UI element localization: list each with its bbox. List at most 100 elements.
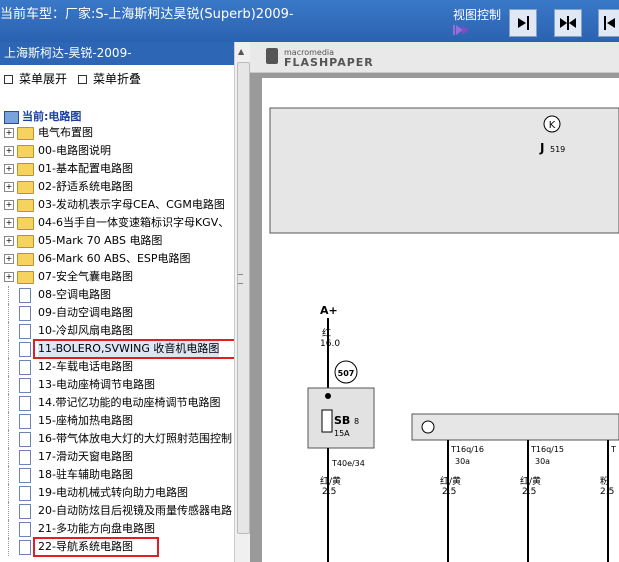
junction-dot [325,393,331,399]
collapse-menu-button[interactable]: 菜单折叠 [78,70,141,87]
control-unit-box [269,107,619,234]
tree-folder-item[interactable]: +06-Mark 60 ABS、ESP电路图 [0,250,234,268]
scrollbar-thumb[interactable] [237,62,250,534]
j-label: J [539,141,544,155]
expand-plus-icon[interactable]: + [4,236,14,246]
document-icon [19,486,31,501]
computer-icon [4,110,19,124]
tree-guide-line [8,412,10,430]
document-icon [19,360,31,375]
tree-folder-item[interactable]: +04-6当手自一体变速箱标识字母KGV、 [0,214,234,232]
document-icon [19,450,31,465]
fuse-label: SB [334,414,350,427]
tree-root[interactable]: 当前:电路图 [4,108,81,124]
wire1-color: 红 [322,327,331,339]
tree-doc-item[interactable]: 19-电动机械式转向助力电路图 [0,484,234,502]
document-icon [19,522,31,537]
expand-plus-icon[interactable]: + [4,164,14,174]
tree-guide-line [8,502,10,520]
tree-doc-item[interactable]: 13-电动座椅调节电路图 [0,376,234,394]
expand-plus-icon[interactable]: + [4,200,14,210]
tree-item-label: 01-基本配置电路图 [38,162,133,175]
tree-doc-item[interactable]: 15-座椅加热电路图 [0,412,234,430]
square-icon [4,75,13,84]
expand-plus-icon[interactable]: + [4,128,14,138]
expand-plus-icon[interactable]: + [4,218,14,228]
expand-plus-icon[interactable]: + [4,254,14,264]
tree-folder-item[interactable]: +07-安全气囊电路图 [0,268,234,286]
connector-label: 507 [338,369,355,378]
tree-folder-item[interactable]: + 电气布置图 [0,124,234,142]
folder-icon [17,253,34,266]
connector-circle-icon [421,420,435,434]
tree-item-label: 00-电路图说明 [38,144,111,157]
folder-icon [17,163,34,176]
tree-doc-item[interactable]: 16-带气体放电大灯的大灯照射范围控制 [0,430,234,448]
tree-folder-item[interactable]: +00-电路图说明 [0,142,234,160]
tree-folder-item[interactable]: +01-基本配置电路图 [0,160,234,178]
tree-guide-line [8,376,10,394]
tree-folder-item[interactable]: +03-发动机表示字母CEA、CGM电路图 [0,196,234,214]
t40-label: T40e/34 [331,459,365,468]
a-plus-label: A+ [320,304,338,317]
expand-plus-icon[interactable]: + [4,272,14,282]
tree-doc-item[interactable]: 08-空调电路图 [0,286,234,304]
wiring-diagram: K J 519 A+ 红 16.0 507 SB 8 15A T40e/34 红… [269,107,619,562]
t16a-label: T16q/16 [450,445,484,454]
tree-doc-item[interactable]: 17-滑动天窗电路图 [0,448,234,466]
arrow-to-bar-icon [518,16,529,30]
arrow-from-bar-icon [604,16,615,30]
tree-root-label: 当前:电路图 [22,110,82,123]
connector-strip [411,413,619,441]
tree-guide-line [8,340,10,358]
purple-arrows-icon[interactable] [453,23,473,37]
brand-big: FLASHPAPER [284,56,374,69]
tree-item-label: 电气布置图 [38,126,93,139]
tree-folder-item[interactable]: +05-Mark 70 ABS 电路图 [0,232,234,250]
tree-item-label: 15-座椅加热电路图 [38,414,133,427]
tree-item-label: 21-多功能方向盘电路图 [38,522,155,535]
tree-doc-item[interactable]: 12-车载电话电路图 [0,358,234,376]
tree-doc-item[interactable]: 14.带记忆功能的电动座椅调节电路图 [0,394,234,412]
tree-item-label: 13-电动座椅调节电路图 [38,378,155,391]
folder-icon [17,145,34,158]
k-symbol-text: K [549,120,556,131]
folder-icon [17,217,34,230]
tree-doc-item[interactable]: 09-自动空调电路图 [0,304,234,322]
expand-plus-icon[interactable]: + [4,146,14,156]
panel-header: 上海斯柯达-昊锐-2009- [0,42,250,65]
tree-doc-item[interactable]: 18-驻车辅助电路图 [0,466,234,484]
tree-item-label: 12-车载电话电路图 [38,360,133,373]
top-bar: 当前车型：厂家:S-上海斯柯达昊锐(Superb)2009- 视图控制 [0,0,619,42]
square-icon [78,75,87,84]
view-continuous-button[interactable] [598,9,619,37]
expand-plus-icon[interactable]: + [4,182,14,192]
tree-guide-line [8,430,10,448]
view-two-pages-button[interactable] [554,9,582,37]
document-icon [19,378,31,393]
highlight-box [33,339,234,359]
tree-item-label: 16-带气体放电大灯的大灯照射范围控制 [38,432,232,445]
w-left-color: 红/黄 [320,475,341,487]
tree-doc-item[interactable]: 21-多功能方向盘电路图 [0,520,234,538]
tree-doc-item[interactable]: 10-冷却风扇电路图 [0,322,234,340]
w3-size: 2.5 [522,487,536,497]
wire1-size: 16.0 [320,339,340,349]
view-single-page-button[interactable] [509,9,537,37]
tree-item-label: 10-冷却风扇电路图 [38,324,133,337]
fuse-icon [321,409,333,433]
folder-icon [17,181,34,194]
tree-scrollbar[interactable]: ▲ [234,42,250,562]
scroll-up-icon[interactable]: ▲ [238,47,244,56]
tree-item-label: 07-安全气囊电路图 [38,270,133,283]
w2-color: 红/黄 [440,475,461,487]
diagram-page[interactable]: K J 519 A+ 红 16.0 507 SB 8 15A T40e/34 红… [262,78,619,562]
expand-menu-label: 菜单展开 [19,72,68,86]
folder-icon [17,271,34,284]
expand-menu-button[interactable]: 菜单展开 [4,70,67,87]
tree-guide-line [8,538,10,556]
tree-guide-line [8,358,10,376]
t16a-amp: 30a [455,457,470,466]
tree-folder-item[interactable]: +02-舒适系统电路图 [0,178,234,196]
tree-doc-item[interactable]: 20-自动防炫目后视镜及雨量传感器电路 [0,502,234,520]
